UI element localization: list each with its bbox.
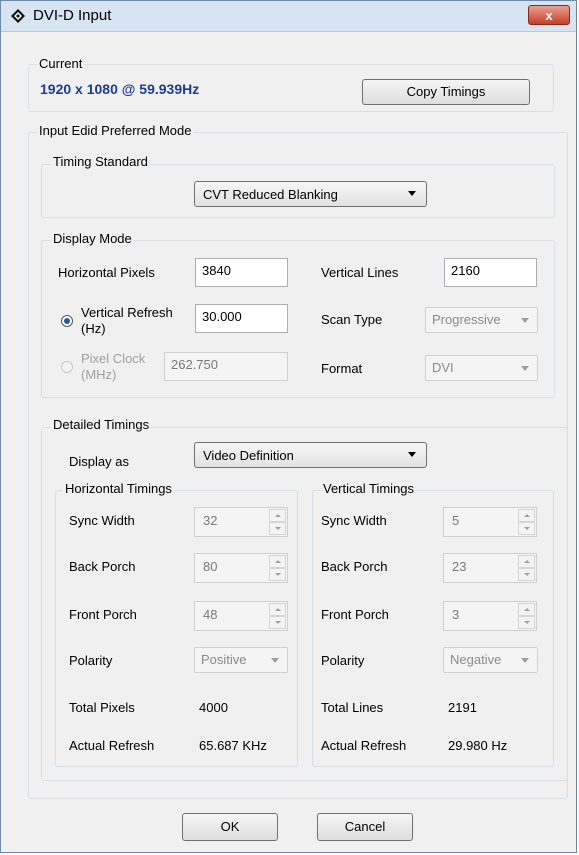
h-polarity-select[interactable]: Positive <box>194 647 288 673</box>
pixel-clock-value: 262.750 <box>171 357 218 372</box>
total-lines-label: Total Lines <box>321 700 384 715</box>
total-lines-value: 2191 <box>448 700 477 715</box>
pixel-clock-radio[interactable] <box>61 361 73 373</box>
detailed-timings-label: Detailed Timings <box>51 417 152 432</box>
spin-down-icon[interactable] <box>518 616 535 629</box>
close-icon: x <box>545 8 553 23</box>
current-group-label: Current <box>37 56 85 71</box>
horizontal-pixels-value: 3840 <box>202 263 231 278</box>
chevron-down-icon <box>271 658 279 663</box>
chevron-down-icon <box>408 191 416 196</box>
v-polarity-label: Polarity <box>321 653 365 668</box>
spin-down-icon[interactable] <box>518 522 535 535</box>
v-front-porch-spinner[interactable]: 3 <box>443 601 537 631</box>
edid-group-label: Input Edid Preferred Mode <box>37 123 194 138</box>
timing-standard-select[interactable]: CVT Reduced Blanking <box>194 181 427 207</box>
h-back-porch-value: 80 <box>203 559 218 574</box>
pixel-clock-unit: (MHz) <box>81 367 117 382</box>
h-back-porch-label: Back Porch <box>69 559 136 574</box>
spin-up-icon[interactable] <box>518 603 535 616</box>
chevron-down-icon <box>521 658 529 663</box>
v-sync-width-spinner[interactable]: 5 <box>443 507 537 537</box>
cancel-button[interactable]: Cancel <box>317 813 413 841</box>
pixel-clock-input[interactable]: 262.750 <box>164 352 288 381</box>
current-resolution: 1920 x 1080 @ 59.939Hz <box>40 81 200 97</box>
horizontal-pixels-label: Horizontal Pixels <box>58 265 155 280</box>
h-sync-width-spinner[interactable]: 32 <box>194 507 288 537</box>
vertical-refresh-unit: (Hz) <box>81 321 106 336</box>
h-actual-refresh-value: 65.687 KHz <box>199 738 267 753</box>
ok-label: OK <box>220 819 240 834</box>
total-pixels-label: Total Pixels <box>69 700 135 715</box>
vertical-lines-input[interactable]: 2160 <box>444 258 537 287</box>
vertical-refresh-label: Vertical Refresh <box>81 305 173 320</box>
spin-down-icon[interactable] <box>518 568 535 581</box>
close-button[interactable]: x <box>528 5 570 25</box>
copy-timings-button[interactable]: Copy Timings <box>362 79 530 105</box>
h-actual-refresh-label: Actual Refresh <box>69 738 155 753</box>
display-as-label: Display as <box>69 454 129 469</box>
vertical-refresh-value: 30.000 <box>202 309 242 324</box>
display-mode-label: Display Mode <box>51 231 134 246</box>
chevron-down-icon <box>408 452 416 457</box>
spin-up-icon[interactable] <box>269 603 286 616</box>
display-as-value: Video Definition <box>203 448 294 463</box>
dvi-input-dialog: DVI-D Input x Current 1920 x 1080 @ 59.9… <box>0 0 577 853</box>
h-front-porch-label: Front Porch <box>69 607 137 622</box>
horizontal-timings-label: Horizontal Timings <box>63 481 174 496</box>
vertical-timings-label: Vertical Timings <box>321 481 417 496</box>
h-front-porch-value: 48 <box>203 607 218 622</box>
total-pixels-value: 4000 <box>199 700 228 715</box>
timing-standard-value: CVT Reduced Blanking <box>203 187 338 202</box>
vertical-lines-value: 2160 <box>451 263 480 278</box>
vertical-refresh-radio[interactable] <box>61 315 73 327</box>
ok-button[interactable]: OK <box>182 813 278 841</box>
h-back-porch-spinner[interactable]: 80 <box>194 553 288 583</box>
v-actual-refresh-label: Actual Refresh <box>321 738 407 753</box>
v-back-porch-value: 23 <box>452 559 467 574</box>
v-back-porch-spinner[interactable]: 23 <box>443 553 537 583</box>
v-actual-refresh-value: 29.980 Hz <box>448 738 508 753</box>
chevron-down-icon <box>521 318 529 323</box>
scan-type-label: Scan Type <box>321 312 383 327</box>
spin-up-icon[interactable] <box>269 555 286 568</box>
v-sync-width-value: 5 <box>452 513 460 528</box>
pixel-clock-label: Pixel Clock <box>81 351 146 366</box>
h-sync-width-value: 32 <box>203 513 218 528</box>
h-front-porch-spinner[interactable]: 48 <box>194 601 288 631</box>
spin-up-icon[interactable] <box>518 509 535 522</box>
display-as-select[interactable]: Video Definition <box>194 442 427 468</box>
vertical-refresh-input[interactable]: 30.000 <box>195 304 288 333</box>
spin-up-icon[interactable] <box>269 509 286 522</box>
app-icon <box>11 9 25 23</box>
format-value: DVI <box>432 360 454 375</box>
vertical-lines-label: Vertical Lines <box>321 265 399 280</box>
v-polarity-value: Negative <box>450 652 502 667</box>
h-polarity-value: Positive <box>201 652 247 667</box>
timing-standard-label: Timing Standard <box>51 154 150 169</box>
v-front-porch-value: 3 <box>452 607 460 622</box>
chevron-down-icon <box>521 366 529 371</box>
cancel-label: Cancel <box>344 819 386 834</box>
v-polarity-select[interactable]: Negative <box>443 647 538 673</box>
spin-down-icon[interactable] <box>269 616 286 629</box>
spin-down-icon[interactable] <box>269 522 286 535</box>
window-title: DVI-D Input <box>33 7 112 24</box>
horizontal-pixels-input[interactable]: 3840 <box>195 258 288 287</box>
v-back-porch-label: Back Porch <box>321 559 388 574</box>
h-sync-width-label: Sync Width <box>69 513 135 528</box>
v-sync-width-label: Sync Width <box>321 513 387 528</box>
format-select[interactable]: DVI <box>425 355 538 381</box>
format-label: Format <box>321 361 363 376</box>
spin-down-icon[interactable] <box>269 568 286 581</box>
title-bar: DVI-D Input x <box>1 1 576 32</box>
copy-timings-label: Copy Timings <box>406 84 486 99</box>
h-polarity-label: Polarity <box>69 653 113 668</box>
spin-up-icon[interactable] <box>518 555 535 568</box>
v-front-porch-label: Front Porch <box>321 607 389 622</box>
scan-type-value: Progressive <box>432 312 501 327</box>
scan-type-select[interactable]: Progressive <box>425 307 538 333</box>
